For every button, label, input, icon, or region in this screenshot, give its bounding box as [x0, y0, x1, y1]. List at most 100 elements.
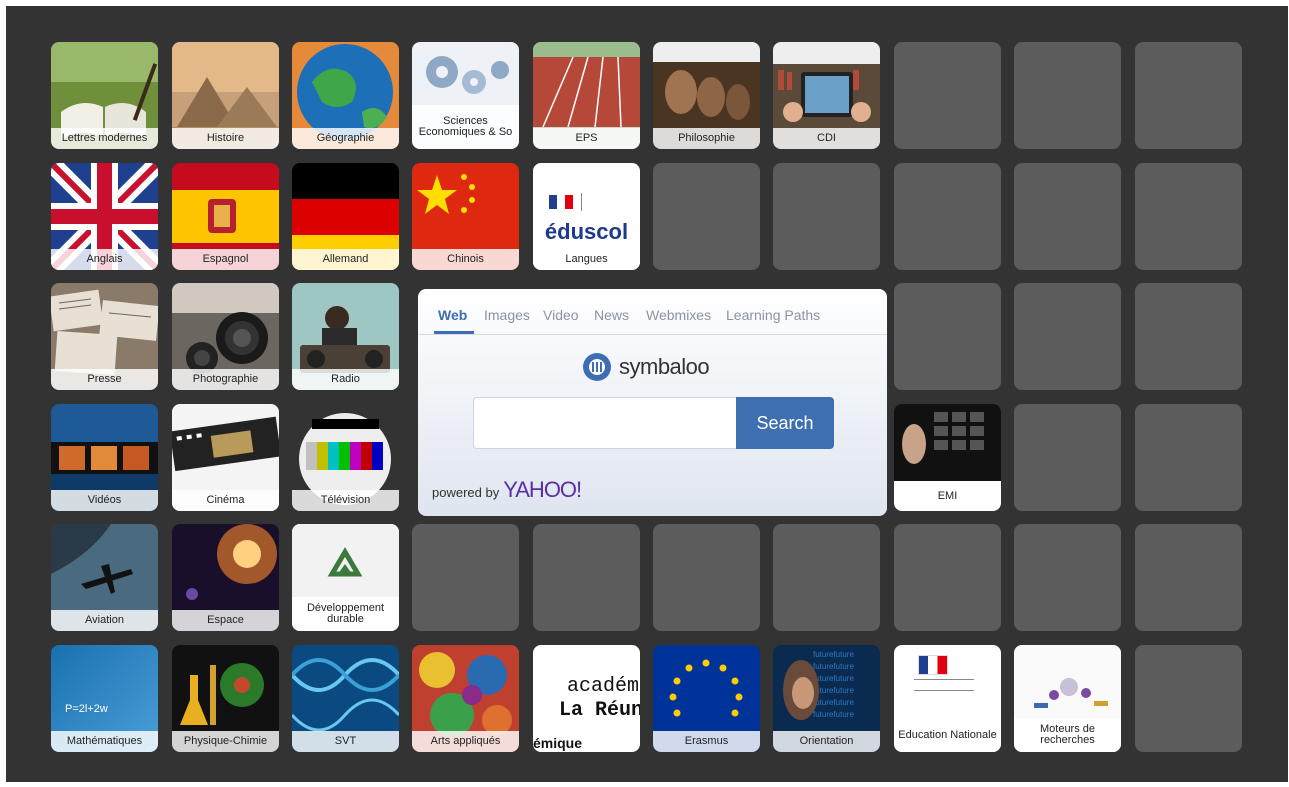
tile-cdi[interactable]: CDI — [773, 42, 880, 149]
active-tab-indicator — [434, 331, 474, 334]
tile-lettres-modernes[interactable]: Lettres modernes — [51, 42, 158, 149]
tile-chinois[interactable]: Chinois — [412, 163, 519, 270]
tab-video[interactable]: Video — [543, 307, 579, 323]
tile-presse[interactable]: Presse — [51, 283, 158, 390]
tile-svt[interactable]: SVT — [292, 645, 399, 752]
tile-emi[interactable]: EMI — [894, 404, 1001, 511]
search-button[interactable]: Search — [736, 397, 834, 449]
tab-news[interactable]: News — [594, 307, 629, 323]
tile-histoire[interactable]: Histoire — [172, 42, 279, 149]
symbaloo-logo-text: symbaloo — [619, 354, 710, 379]
tile-education-nationale[interactable]: Education Nationale — [894, 645, 1001, 752]
tile-label: Radio — [292, 369, 399, 390]
empty-tile[interactable] — [773, 163, 880, 270]
tile-espace[interactable]: Espace — [172, 524, 279, 631]
empty-tile[interactable] — [653, 524, 760, 631]
symbaloo-board: Lettres modernes Histoire Géographie Sci… — [6, 6, 1288, 782]
empty-tile[interactable] — [1014, 404, 1121, 511]
search-tabs: Web Images Video News Webmixes Learning … — [418, 289, 887, 335]
tile-cinema[interactable]: Cinéma — [172, 404, 279, 511]
tile-label: Allemand — [292, 249, 399, 270]
math-formula-text: P=2l+2w — [65, 703, 108, 715]
svg-text:futurefuture: futurefuture — [813, 710, 854, 719]
tile-label: Anglais — [51, 249, 158, 270]
tile-label: Sciences Economiques & So — [412, 105, 519, 149]
tile-label: Arts appliqués — [412, 731, 519, 752]
empty-tile[interactable] — [894, 163, 1001, 270]
empty-tile[interactable] — [653, 163, 760, 270]
academie-line-1: académi — [567, 675, 640, 698]
academie-line-3: émique — [533, 735, 583, 751]
tab-learning-paths[interactable]: Learning Paths — [726, 307, 820, 323]
empty-tile[interactable] — [894, 524, 1001, 631]
empty-tile[interactable] — [894, 283, 1001, 390]
tile-label: Géographie — [292, 128, 399, 149]
academie-logo: académi La Réunio émique — [533, 645, 640, 752]
tile-espagnol[interactable]: Espagnol — [172, 163, 279, 270]
empty-tile[interactable] — [1135, 42, 1242, 149]
tile-physique-chimie[interactable]: Physique-Chimie — [172, 645, 279, 752]
tile-arts-appliques[interactable]: Arts appliqués — [412, 645, 519, 752]
tile-geographie[interactable]: Géographie — [292, 42, 399, 149]
empty-tile[interactable] — [773, 524, 880, 631]
tile-moteurs-de-recherches[interactable]: Moteurs de recherches — [1014, 645, 1121, 752]
tile-label: Aviation — [51, 610, 158, 631]
tile-label: Photographie — [172, 369, 279, 390]
tile-label: EPS — [533, 128, 640, 149]
tile-mathematiques[interactable]: P=2l+2w Mathématiques — [51, 645, 158, 752]
empty-tile[interactable] — [412, 524, 519, 631]
svg-text:futurefuture: futurefuture — [813, 686, 854, 695]
tile-anglais[interactable]: Anglais — [51, 163, 158, 270]
tile-philosophie[interactable]: Philosophie — [653, 42, 760, 149]
tab-images[interactable]: Images — [484, 307, 530, 323]
search-input[interactable] — [473, 397, 737, 449]
yahoo-logo[interactable]: YAHOO! — [503, 477, 582, 503]
tile-academie-la-reunion[interactable]: académi La Réunio émique — [533, 645, 640, 752]
tile-label: Chinois — [412, 249, 519, 270]
tile-label: Lettres modernes — [51, 128, 158, 149]
empty-tile[interactable] — [1135, 404, 1242, 511]
tab-webmixes[interactable]: Webmixes — [646, 307, 711, 323]
powered-by: powered by YAHOO! — [432, 477, 582, 503]
tile-label: Mathématiques — [51, 731, 158, 752]
tile-label: Physique-Chimie — [172, 731, 279, 752]
empty-tile[interactable] — [1135, 524, 1242, 631]
empty-tile[interactable] — [533, 524, 640, 631]
empty-tile[interactable] — [1014, 163, 1121, 270]
empty-tile[interactable] — [1014, 283, 1121, 390]
eduscol-wordmark: éduscol — [544, 219, 629, 244]
tile-aviation[interactable]: Aviation — [51, 524, 158, 631]
tile-radio[interactable]: Radio — [292, 283, 399, 390]
tile-label: Vidéos — [51, 490, 158, 511]
empty-tile[interactable] — [1135, 645, 1242, 752]
tile-langues[interactable]: éduscol Langues — [533, 163, 640, 270]
tile-label: Presse — [51, 369, 158, 390]
tile-erasmus[interactable]: Erasmus — [653, 645, 760, 752]
tile-label: Télévision — [292, 490, 399, 511]
empty-tile[interactable] — [1014, 524, 1121, 631]
tile-sciences-economiques[interactable]: Sciences Economiques & So — [412, 42, 519, 149]
tile-label: Education Nationale — [894, 718, 1001, 752]
tile-eps[interactable]: EPS — [533, 42, 640, 149]
tile-videos[interactable]: Vidéos — [51, 404, 158, 511]
empty-tile[interactable] — [894, 42, 1001, 149]
tile-orientation[interactable]: futurefuture futurefuture futurefuture futu… — [773, 645, 880, 752]
tile-allemand[interactable]: Allemand — [292, 163, 399, 270]
tile-label: CDI — [773, 128, 880, 149]
svg-text:futurefuture: futurefuture — [813, 698, 854, 707]
tile-television[interactable]: Télévision — [292, 404, 399, 511]
empty-tile[interactable] — [1014, 42, 1121, 149]
tile-label: Histoire — [172, 128, 279, 149]
tile-developpement-durable[interactable]: Développement durable — [292, 524, 399, 631]
tile-label: Espace — [172, 610, 279, 631]
empty-tile[interactable] — [1135, 283, 1242, 390]
tile-photographie[interactable]: Photographie — [172, 283, 279, 390]
tile-label: EMI — [894, 481, 1001, 511]
symbaloo-search-widget: Web Images Video News Webmixes Learning … — [418, 289, 887, 516]
tab-web[interactable]: Web — [438, 307, 467, 323]
tile-label: Philosophie — [653, 128, 760, 149]
svg-text:futurefuture: futurefuture — [813, 662, 854, 671]
tile-label: Orientation — [773, 731, 880, 752]
empty-tile[interactable] — [1135, 163, 1242, 270]
eduscol-logo: éduscol — [533, 163, 640, 249]
